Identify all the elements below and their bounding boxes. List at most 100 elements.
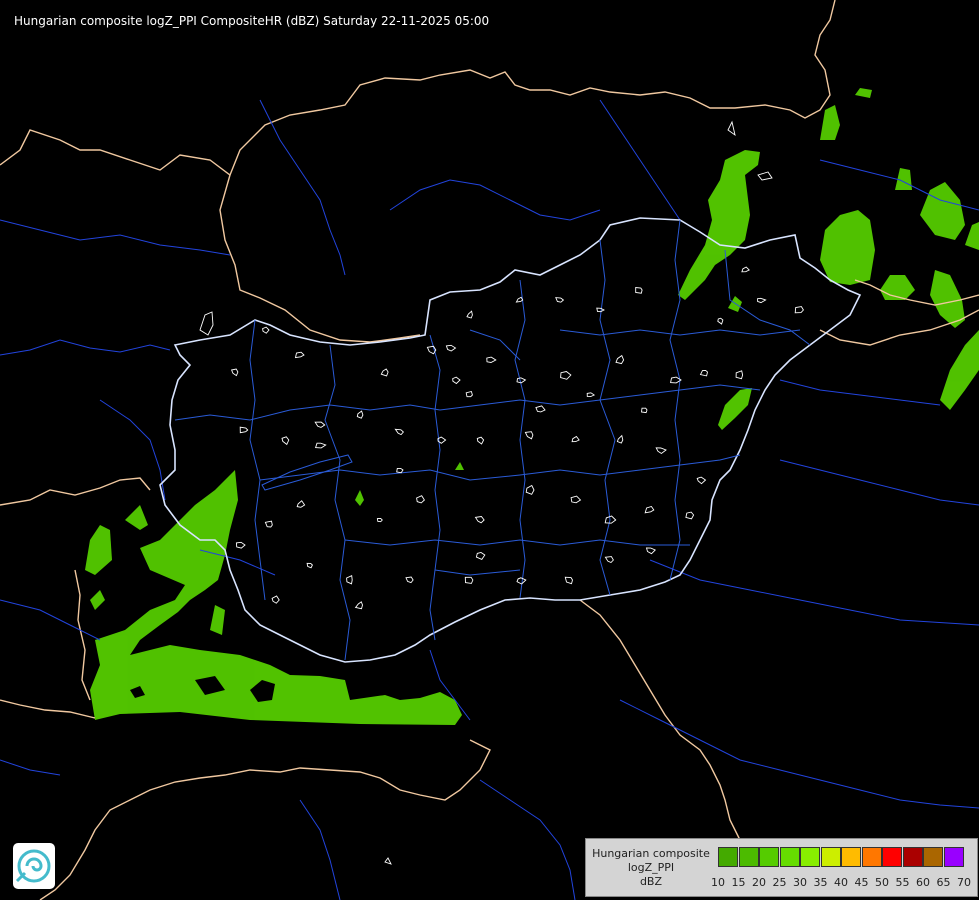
radar-echo-sw-2 [125,505,148,530]
district-outline [475,552,486,560]
district-outline [596,307,605,313]
district-outline [235,541,246,549]
district-outline [394,428,405,436]
radar-echo-small-1 [355,490,364,506]
district-outline [735,370,744,380]
legend-color-scale [718,847,964,867]
legend-caption: Hungarian composite logZ_PPI dBZ [590,847,712,889]
district-outline [452,376,461,385]
district-outline [346,575,353,585]
radar-echo-sw-3 [210,605,225,635]
county-borders [174,219,811,661]
district-outline [757,297,767,304]
radar-echo-e-4 [855,88,872,98]
district-outline [555,297,565,303]
legend-tick-30: 30 [793,876,807,889]
radar-echo-w-2 [90,590,105,610]
map-title: Hungarian composite logZ_PPI CompositeHR… [14,14,490,28]
district-outline [640,407,648,414]
legend-swatch-60 [923,847,943,867]
legend-tick-10: 10 [711,876,725,889]
district-outline [314,421,326,428]
legend-tick-65: 65 [936,876,951,889]
legend-swatch-10 [718,847,738,867]
legend-tick-60: 60 [916,876,930,889]
district-outline [376,517,383,523]
district-outline [474,516,485,524]
district-outline [635,287,643,294]
district-outline [264,520,273,528]
district-outline [741,266,750,273]
district-outline [685,511,695,520]
district-outline [486,356,497,363]
district-outline [571,435,580,443]
district-outline [644,505,655,514]
district-outline [696,476,707,485]
legend-swatch-40 [841,847,861,867]
district-outline [314,442,327,449]
district-outline [525,484,535,495]
district-outline [586,392,596,398]
district-outline [655,447,667,455]
district-outline [296,500,306,508]
district-outline [465,390,473,398]
legend-tick-labels: 10 15 20 25 30 35 40 45 50 55 60 65 70 [706,876,976,890]
radar-map-view: Hungarian composite logZ_PPI CompositeHR… [0,0,979,900]
district-outline [306,562,313,569]
legend-line-1: Hungarian composite [592,847,710,860]
district-outline [616,434,624,444]
met-service-swirl-icon [13,843,55,889]
legend-swatch-30 [800,847,820,867]
radar-echo-e-5 [965,222,979,250]
legend-line-2: logZ_PPI [627,861,675,874]
radar-echo-sw [90,470,462,725]
dbz-legend: Hungarian composite logZ_PPI dBZ 10 15 20 2… [585,838,978,897]
legend-swatch-55 [902,847,923,867]
hungary-border [159,217,862,663]
legend-swatch-50 [882,847,902,867]
legend-tick-55: 55 [895,876,910,889]
legend-swatch-65 [943,847,964,867]
district-outline [271,595,280,604]
district-outline [645,547,656,555]
district-outline [262,326,270,334]
district-outline [354,601,363,610]
district-outline [230,368,239,377]
district-outline [476,436,485,445]
district-outline [356,410,364,419]
district-outline [699,369,709,377]
district-outline [464,576,474,584]
legend-tick-40: 40 [834,876,848,889]
misc-outlines [199,120,773,865]
district-outline [794,306,804,314]
district-outline [515,296,524,303]
district-outline [524,431,534,440]
district-outline [560,371,572,380]
legend-tick-50: 50 [875,876,889,889]
legend-swatch-45 [861,847,882,867]
radar-echo-ne-7 [930,270,965,328]
legend-tick-35: 35 [813,876,828,889]
district-outline [615,354,625,365]
legend-swatch-25 [779,847,800,867]
radar-echo-w [85,525,112,575]
district-outline [380,368,389,377]
district-outline [396,467,404,474]
district-outline [535,405,546,413]
radar-echo-e-2 [718,388,752,430]
district-outline [416,495,425,504]
district-outline [294,351,305,359]
district-outline [564,576,573,585]
radar-echo-layer [85,88,979,725]
district-outline [570,495,582,504]
legend-tick-15: 15 [731,876,746,889]
legend-swatch-20 [759,847,779,867]
legend-swatch-15 [738,847,759,867]
district-outline [717,317,724,325]
radar-map[interactable] [0,0,979,900]
legend-tick-20: 20 [752,876,766,889]
district-outlines [230,266,804,610]
district-outline [405,576,414,584]
legend-swatch-35 [820,847,841,867]
district-outline [281,436,290,446]
